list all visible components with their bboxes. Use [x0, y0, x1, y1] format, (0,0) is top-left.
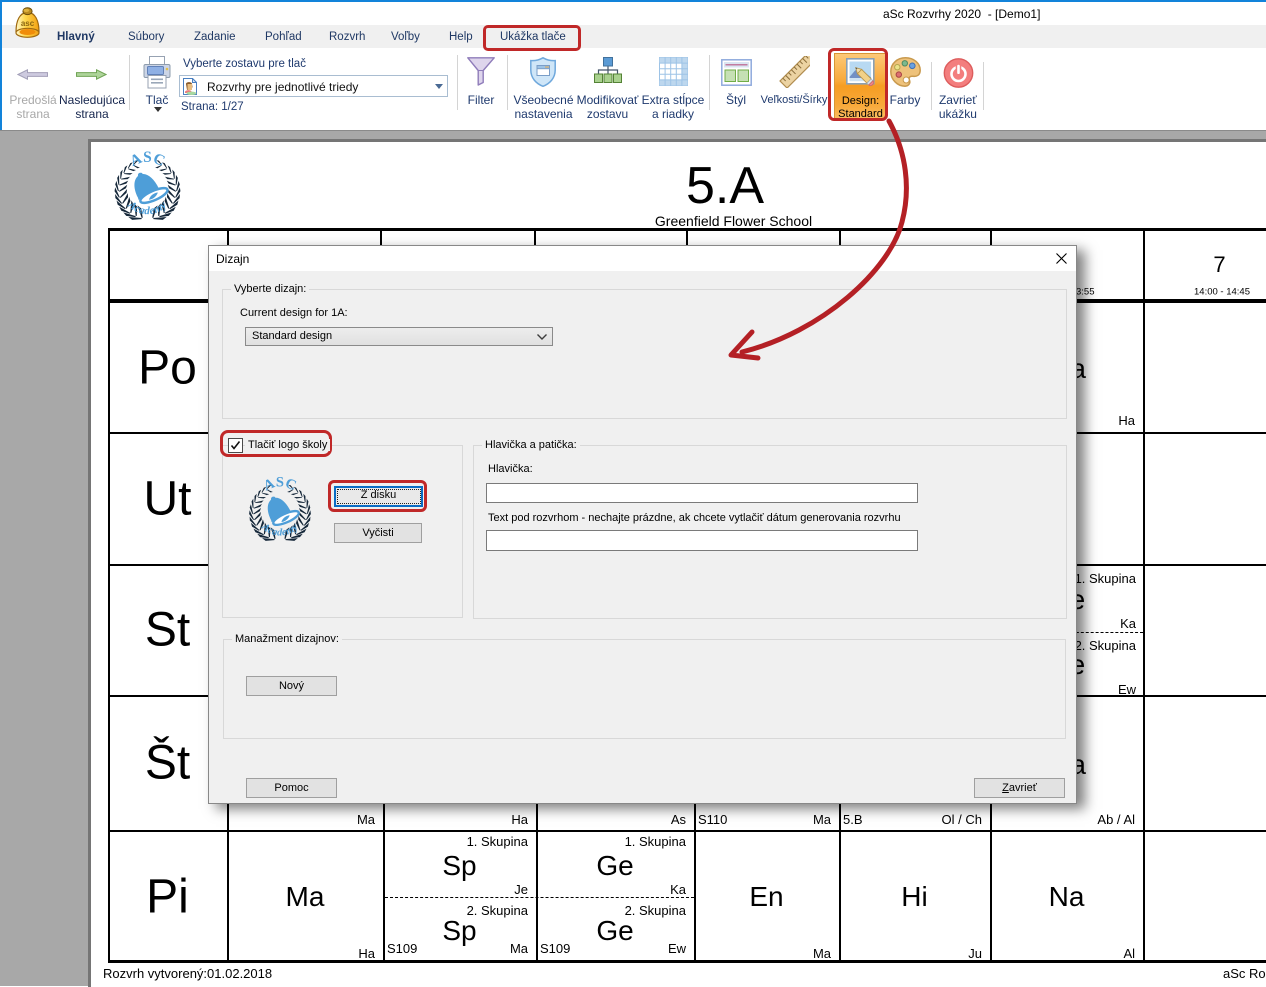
svg-text:asc: asc	[21, 19, 35, 28]
